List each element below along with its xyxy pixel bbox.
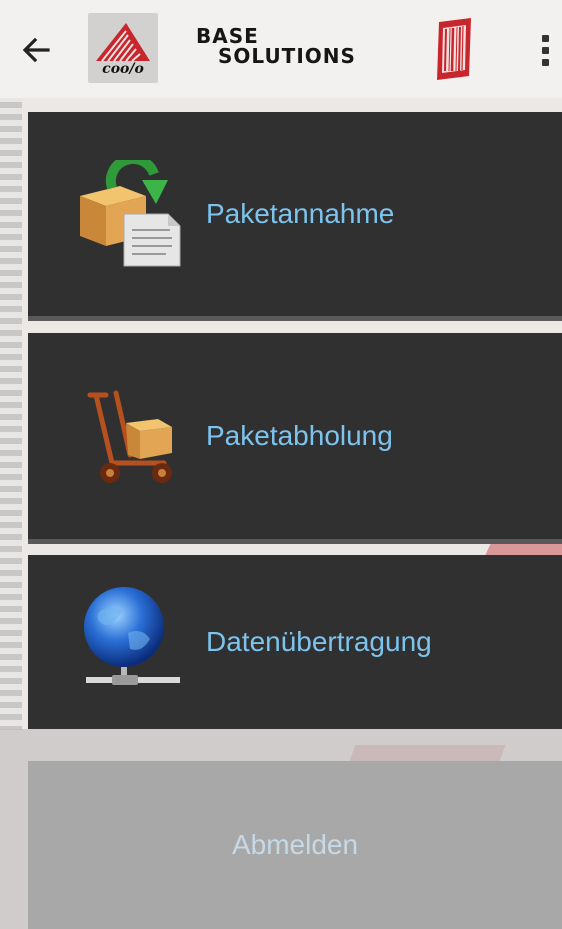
logout-label: Abmelden [231,829,359,860]
menu-item-label: Paketabholung [206,420,393,451]
brand-line2: SOLUTIONS [218,44,356,68]
arrow-left-icon [22,37,50,63]
more-vert-icon [541,34,549,42]
app-bar: coo/o BASE SOLUTIONS [0,0,562,98]
divider [28,539,562,544]
menu-item-label: Paketannahme [206,198,395,229]
company-logo: coo/o [88,13,158,83]
menu-item-datenuebertragung[interactable]: Datenübertragung [28,555,562,729]
globe-network-icon [84,587,180,685]
back-button[interactable] [14,28,58,72]
overflow-menu-button[interactable] [530,28,560,72]
company-logo-mark [96,23,150,62]
brand-logo: BASE SOLUTIONS [196,24,401,72]
divider [28,316,562,321]
hand-truck-icon [87,390,172,483]
menu-item-label: Datenübertragung [206,626,432,657]
company-logo-text: coo/o [102,61,144,77]
logout-button[interactable]: Abmelden [28,761,562,929]
barcode-scan-button[interactable] [431,16,477,82]
menu-item-paketannahme[interactable]: Paketannahme [28,112,562,316]
package-receive-icon [80,160,181,267]
barcode-icon [437,18,471,80]
menu-item-paketabholung[interactable]: Paketabholung [28,333,562,539]
